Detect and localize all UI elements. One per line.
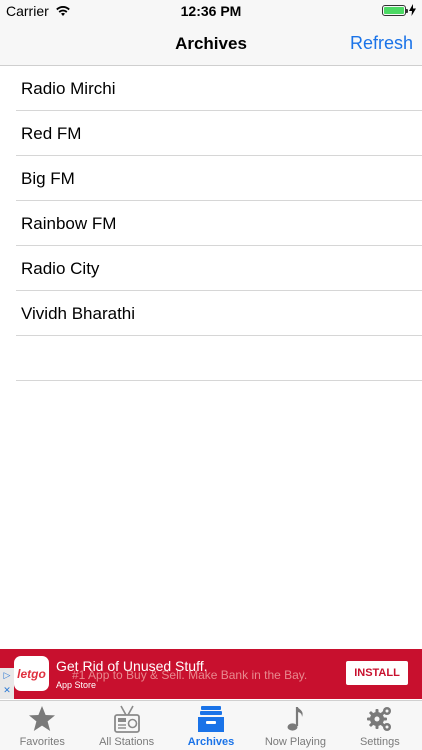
tab-favorites[interactable]: Favorites	[0, 701, 84, 750]
list-item-label: Red FM	[21, 124, 82, 143]
star-icon	[29, 706, 56, 731]
list-item-empty	[16, 336, 422, 381]
carrier-label: Carrier	[6, 3, 49, 19]
tab-bar: Favorites All Stations Archives Now Play…	[0, 700, 422, 750]
list-item[interactable]: Red FM	[16, 111, 422, 156]
tab-all-stations[interactable]: All Stations	[84, 701, 168, 750]
refresh-button[interactable]: Refresh	[350, 33, 413, 54]
ad-store: App Store	[56, 680, 96, 690]
ad-play-icon: ▷	[3, 670, 11, 680]
tab-archives[interactable]: Archives	[169, 701, 253, 750]
gear-icon	[366, 707, 391, 731]
status-bar: Carrier 12:36 PM	[0, 0, 422, 22]
ad-choices[interactable]: ▷ ✕	[0, 668, 14, 699]
list-item[interactable]: Radio Mirchi	[16, 66, 422, 111]
ad-banner[interactable]: ▷ ✕ letgo Get Rid of Unused Stuff. #1 Ap…	[0, 649, 422, 699]
ad-close-icon[interactable]: ✕	[0, 683, 14, 698]
archives-list: Radio Mirchi Red FM Big FM Rainbow FM Ra…	[0, 66, 422, 381]
ad-subline: #1 App to Buy & Sell. Make Bank in the B…	[72, 668, 308, 682]
install-button[interactable]: INSTALL	[346, 661, 408, 685]
tab-label: Archives	[187, 736, 235, 748]
list-item[interactable]: Radio City	[16, 246, 422, 291]
battery-fill	[384, 6, 404, 14]
tab-label: Now Playing	[264, 736, 326, 748]
ad-store-label: App Store	[56, 680, 97, 690]
list-item-label: Radio Mirchi	[21, 79, 116, 98]
radio-icon	[113, 705, 140, 733]
list-item-label: Rainbow FM	[21, 214, 117, 233]
navigation-bar: Archives Refresh	[0, 22, 422, 66]
list-item-label: Radio City	[21, 259, 100, 278]
carrier-info: Carrier	[6, 3, 71, 19]
tab-now-playing[interactable]: Now Playing	[253, 701, 337, 750]
ad-logo: letgo	[14, 656, 49, 691]
list-item[interactable]: Rainbow FM	[16, 201, 422, 246]
archive-box-icon	[198, 706, 225, 732]
status-right	[382, 4, 416, 16]
tab-settings[interactable]: Settings	[338, 701, 422, 750]
list-item-label: Vividh Bharathi	[21, 304, 136, 323]
wifi-icon	[55, 5, 70, 16]
battery-icon	[382, 4, 408, 16]
tab-label: Favorites	[19, 736, 65, 748]
music-note-icon	[287, 707, 304, 731]
charging-bolt-icon	[409, 4, 416, 16]
tab-label: All Stations	[99, 736, 155, 748]
list-item[interactable]: Vividh Bharathi	[16, 291, 422, 336]
ad-brand: letgo	[17, 666, 46, 681]
tab-label: Settings	[359, 736, 400, 748]
list-item[interactable]: Big FM	[16, 156, 422, 201]
list-item-label: Big FM	[21, 169, 75, 188]
